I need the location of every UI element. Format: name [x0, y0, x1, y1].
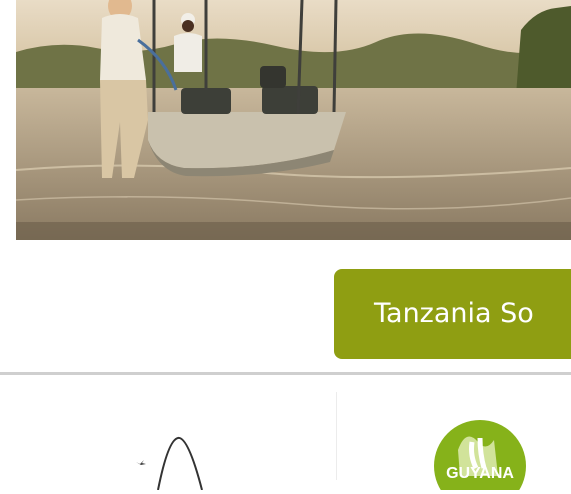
section-divider	[0, 372, 571, 375]
column-separator	[336, 392, 337, 480]
tanzania-cta-button[interactable]: Tanzania So	[334, 269, 571, 359]
hero-image	[16, 0, 571, 240]
bird-mountain-logo[interactable]	[130, 430, 230, 491]
logo-text: GUYANA	[446, 465, 514, 482]
bird-icon	[136, 460, 146, 465]
